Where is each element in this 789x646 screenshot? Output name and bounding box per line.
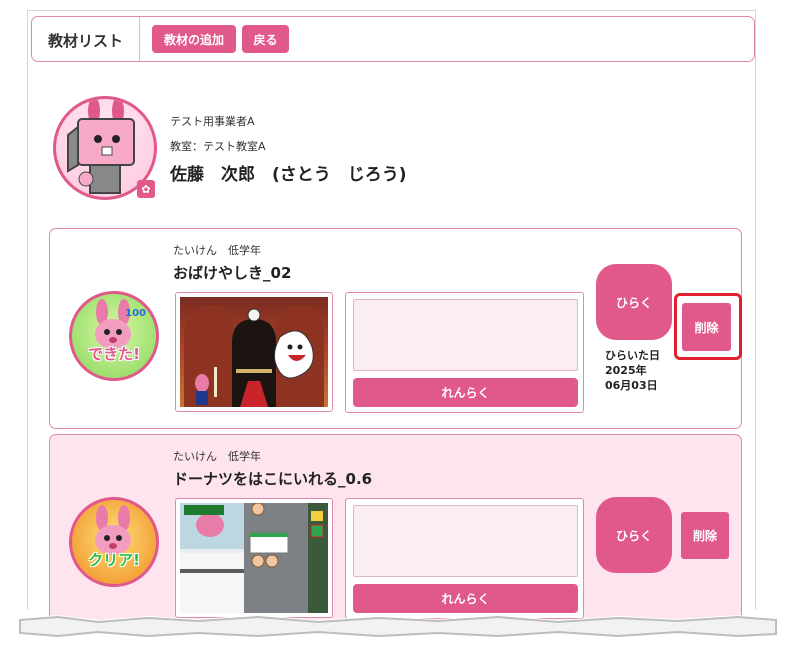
opened-date-label: ひらいた日 bbox=[605, 349, 660, 362]
donut-game-icon bbox=[180, 503, 328, 613]
gear-icon[interactable]: ✿ bbox=[137, 180, 155, 198]
opened-date-day: 06月03日 bbox=[605, 379, 658, 392]
opened-date-year: 2025年 bbox=[605, 364, 647, 377]
material-card: 100 できた! たいけん 低学年 おばけやしき_02 れんらく ひらく 削除 … bbox=[49, 228, 742, 429]
material-category: たいけん 低学年 bbox=[173, 450, 261, 463]
contact-button[interactable]: れんらく bbox=[353, 584, 578, 613]
haunted-house-icon bbox=[184, 305, 324, 407]
material-card: クリア! たいけん 低学年 ドーナツをはこにいれる_0.6 れんらく ひらく 削… bbox=[49, 434, 742, 634]
completion-badge: クリア! bbox=[69, 497, 159, 587]
contact-button[interactable]: れんらく bbox=[353, 378, 578, 407]
delete-focus-highlight: 削除 bbox=[674, 293, 742, 360]
rabbit-badge-icon bbox=[95, 299, 131, 349]
material-thumbnail[interactable] bbox=[175, 292, 333, 412]
material-title: ドーナツをはこにいれる_0.6 bbox=[173, 470, 373, 488]
page-title: 教材リスト bbox=[48, 32, 124, 50]
message-box: れんらく bbox=[345, 498, 584, 619]
torn-edge bbox=[18, 615, 778, 640]
delete-button[interactable]: 削除 bbox=[681, 512, 729, 559]
header-divider bbox=[139, 17, 140, 61]
badge-label: できた! bbox=[88, 345, 140, 363]
message-box: れんらく bbox=[345, 292, 584, 413]
material-thumbnail[interactable] bbox=[175, 498, 333, 618]
completion-badge: 100 できた! bbox=[69, 291, 159, 381]
delete-button[interactable]: 削除 bbox=[682, 303, 731, 351]
header-bar: 教材リスト 教材の追加 戻る bbox=[31, 16, 755, 62]
donut-game-image bbox=[180, 503, 328, 613]
open-button[interactable]: ひらく bbox=[596, 497, 672, 573]
badge-score: 100 bbox=[125, 308, 146, 319]
classroom-name: 教室：テスト教室A bbox=[170, 140, 266, 153]
material-title: おばけやしき_02 bbox=[173, 264, 292, 282]
student-name: 佐藤 次郎 (さとう じろう) bbox=[170, 165, 407, 185]
material-category: たいけん 低学年 bbox=[173, 244, 261, 257]
message-area[interactable] bbox=[353, 505, 578, 577]
open-button[interactable]: ひらく bbox=[596, 264, 672, 340]
operator-name: テスト用事業者A bbox=[170, 115, 255, 128]
haunted-house-image bbox=[180, 297, 328, 407]
rabbit-badge-icon bbox=[95, 505, 131, 555]
back-button[interactable]: 戻る bbox=[242, 25, 289, 53]
message-area[interactable] bbox=[353, 299, 578, 371]
add-material-button[interactable]: 教材の追加 bbox=[152, 25, 236, 53]
opened-date: ひらいた日 2025年 06月03日 bbox=[605, 348, 660, 393]
badge-label: クリア! bbox=[88, 551, 140, 569]
